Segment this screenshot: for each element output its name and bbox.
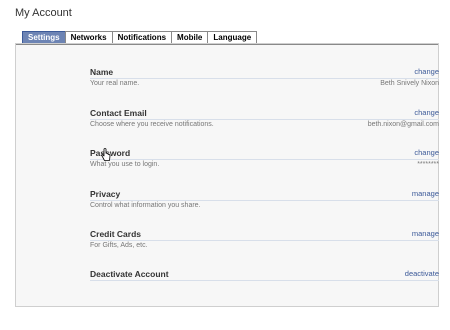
panel-divider <box>16 44 438 45</box>
manage-credit-cards-link[interactable]: manage <box>412 229 439 238</box>
setting-description: Control what information you share. <box>90 202 201 209</box>
setting-description: For Gifts, Ads, etc. <box>90 242 148 249</box>
row-divider <box>90 200 439 201</box>
deactivate-account-link[interactable]: deactivate <box>405 269 439 278</box>
setting-value: beth.nixon@gmail.com <box>367 121 439 128</box>
row-divider <box>90 119 439 120</box>
setting-description: Your real name. <box>90 80 140 87</box>
setting-value: Beth Snively Nixon <box>380 80 439 87</box>
setting-description: Choose where you receive notifications. <box>90 121 214 128</box>
change-name-link[interactable]: change <box>414 67 439 76</box>
manage-privacy-link[interactable]: manage <box>412 189 439 198</box>
row-divider <box>90 280 439 281</box>
settings-panel: Name change Your real name. Beth Snively… <box>15 43 439 307</box>
row-divider <box>90 240 439 241</box>
page-title: My Account <box>15 7 72 19</box>
setting-title: Deactivate Account <box>90 269 169 279</box>
setting-description: What you use to login. <box>90 161 160 168</box>
setting-title: Privacy <box>90 189 121 199</box>
row-divider <box>90 78 439 79</box>
hand-pointer-icon <box>101 148 111 162</box>
setting-value: ******** <box>417 161 439 168</box>
change-email-link[interactable]: change <box>414 108 439 117</box>
row-divider <box>90 159 439 160</box>
setting-title: Credit Cards <box>90 229 142 239</box>
change-password-link[interactable]: change <box>414 148 439 157</box>
setting-title: Contact Email <box>90 108 147 118</box>
setting-title: Name <box>90 67 114 77</box>
